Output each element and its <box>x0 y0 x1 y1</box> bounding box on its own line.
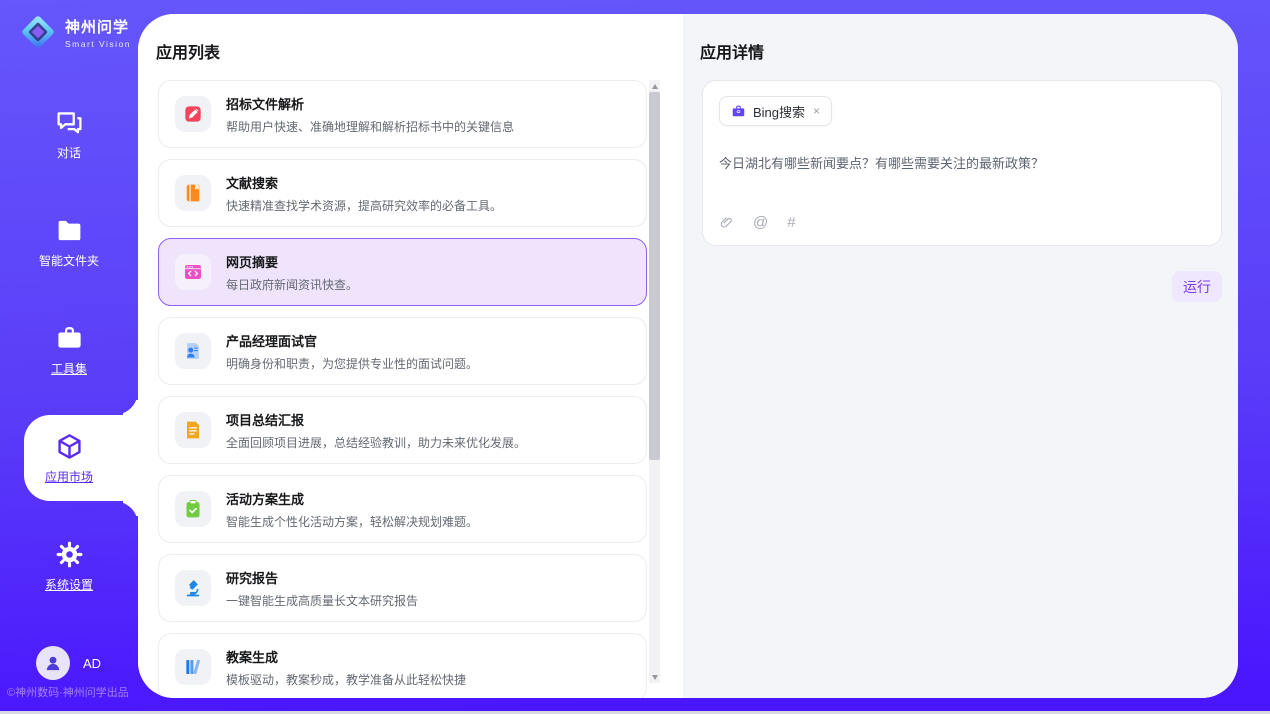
card-toolbar: @ # <box>719 214 796 231</box>
hash-icon[interactable]: # <box>787 214 795 231</box>
app-title: 招标文件解析 <box>226 94 514 113</box>
app-title: 项目总结汇报 <box>226 410 526 429</box>
app-detail-title: 应用详情 <box>700 39 764 63</box>
app-list-pane: 应用列表 招标文件解析 帮助用户快速、准确地理解和解析招标书中的关键信息 <box>138 14 683 698</box>
user-name: AD <box>83 656 101 671</box>
sidebar-item-label: 应用市场 <box>45 468 93 485</box>
app-title: 研究报告 <box>226 568 418 587</box>
briefcase-icon <box>55 324 84 353</box>
app-icon-badge <box>175 491 211 527</box>
app-description: 模板驱动，教案秒成，教学准备从此轻松快捷 <box>226 671 466 688</box>
app-list: 招标文件解析 帮助用户快速、准确地理解和解析招标书中的关键信息 文献搜索 快速精… <box>158 80 647 698</box>
sidebar-item-label: 工具集 <box>51 360 87 377</box>
app-description: 一键智能生成高质量长文本研究报告 <box>226 592 418 609</box>
run-button[interactable]: 运行 <box>1172 271 1222 302</box>
brand-name: 神州问学 <box>65 16 131 37</box>
app-title: 网页摘要 <box>226 252 358 271</box>
app-icon-badge <box>175 254 211 290</box>
sidebar-item-label: 对话 <box>57 144 81 161</box>
prompt-card: Bing搜索 × 今日湖北有哪些新闻要点？有哪些需要关注的最新政策？ @ # <box>702 80 1222 246</box>
app-card[interactable]: 活动方案生成 智能生成个性化活动方案，轻松解决规划难题。 <box>158 475 647 543</box>
sidebar-item[interactable]: 对话 <box>0 80 138 188</box>
app-icon-badge <box>175 333 211 369</box>
app-title: 产品经理面试官 <box>226 331 478 350</box>
tool-tag-bing-search[interactable]: Bing搜索 × <box>719 96 832 126</box>
person-doc-icon <box>183 341 203 361</box>
sidebar-nav: 对话 智能文件夹 工具集 应用市场 系统 <box>0 80 138 620</box>
app-title: 活动方案生成 <box>226 489 478 508</box>
scroll-down-arrow-icon[interactable] <box>649 671 660 683</box>
avatar[interactable] <box>36 646 70 680</box>
app-description: 明确身份和职责，为您提供专业性的面试问题。 <box>226 355 478 372</box>
document-icon <box>183 420 203 440</box>
scroll-up-arrow-icon[interactable] <box>649 80 660 92</box>
person-icon <box>43 653 63 673</box>
sidebar-item[interactable]: 工具集 <box>0 296 138 404</box>
app-icon-badge <box>175 175 211 211</box>
app-card[interactable]: 网页摘要 每日政府新闻资讯快查。 <box>158 238 647 306</box>
app-description: 每日政府新闻资讯快查。 <box>226 276 358 293</box>
sidebar-item[interactable]: 智能文件夹 <box>0 188 138 296</box>
chat-icon <box>55 108 84 137</box>
app-card[interactable]: 文献搜索 快速精准查找学术资源，提高研究效率的必备工具。 <box>158 159 647 227</box>
brand-logo: 神州问学 Smart Vision <box>18 12 131 52</box>
app-detail-pane: 应用详情 Bing搜索 × 今日湖北有哪些新闻要点？有哪些需要关注的最新政策？ … <box>683 14 1238 698</box>
diamond-logo-icon <box>18 12 58 52</box>
books-icon <box>183 657 203 677</box>
app-card[interactable]: 教案生成 模板驱动，教案秒成，教学准备从此轻松快捷 <box>158 633 647 698</box>
app-title: 教案生成 <box>226 647 466 666</box>
user-row[interactable]: AD <box>36 646 101 680</box>
app-icon-badge <box>175 649 211 685</box>
pen-square-icon <box>183 104 203 124</box>
sidebar-item[interactable]: 系统设置 <box>0 512 138 620</box>
gear-icon <box>55 540 84 569</box>
sidebar-item[interactable]: 应用市场 <box>0 404 138 512</box>
app-card[interactable]: 项目总结汇报 全面回顾项目进展，总结经验教训，助力未来优化发展。 <box>158 396 647 464</box>
close-icon[interactable]: × <box>812 104 821 118</box>
paperclip-icon[interactable] <box>719 215 734 230</box>
main-panel: 应用列表 招标文件解析 帮助用户快速、准确地理解和解析招标书中的关键信息 <box>138 14 1238 698</box>
tool-tag-label: Bing搜索 <box>753 102 805 121</box>
app-card[interactable]: 研究报告 一键智能生成高质量长文本研究报告 <box>158 554 647 622</box>
app-icon-badge <box>175 412 211 448</box>
clipboard-check-icon <box>183 499 203 519</box>
app-description: 全面回顾项目进展，总结经验教训，助力未来优化发展。 <box>226 434 526 451</box>
cube-icon <box>55 432 84 461</box>
app-description: 智能生成个性化活动方案，轻松解决规划难题。 <box>226 513 478 530</box>
sidebar: 神州问学 Smart Vision 对话 智能文件夹 工具集 <box>0 0 138 714</box>
app-list-title: 应用列表 <box>156 39 220 63</box>
book-icon <box>183 183 203 203</box>
app-description: 快速精准查找学术资源，提高研究效率的必备工具。 <box>226 197 502 214</box>
at-icon[interactable]: @ <box>753 214 768 231</box>
browser-code-icon <box>183 262 203 282</box>
query-text[interactable]: 今日湖北有哪些新闻要点？有哪些需要关注的最新政策？ <box>719 153 1205 172</box>
sidebar-item-label: 智能文件夹 <box>39 252 99 269</box>
scrollbar-thumb[interactable] <box>649 92 660 460</box>
app-card[interactable]: 招标文件解析 帮助用户快速、准确地理解和解析招标书中的关键信息 <box>158 80 647 148</box>
app-description: 帮助用户快速、准确地理解和解析招标书中的关键信息 <box>226 118 514 135</box>
folder-icon <box>55 216 84 245</box>
microscope-icon <box>183 578 203 598</box>
sidebar-item-label: 系统设置 <box>45 576 93 593</box>
app-icon-badge <box>175 96 211 132</box>
briefcase-icon <box>731 104 746 119</box>
app-card[interactable]: 产品经理面试官 明确身份和职责，为您提供专业性的面试问题。 <box>158 317 647 385</box>
scrollbar[interactable] <box>649 80 660 683</box>
copyright-footer: ©神州数码·神州问学出品 <box>7 684 129 700</box>
brand-subtitle: Smart Vision <box>65 39 131 49</box>
app-title: 文献搜索 <box>226 173 502 192</box>
app-icon-badge <box>175 570 211 606</box>
